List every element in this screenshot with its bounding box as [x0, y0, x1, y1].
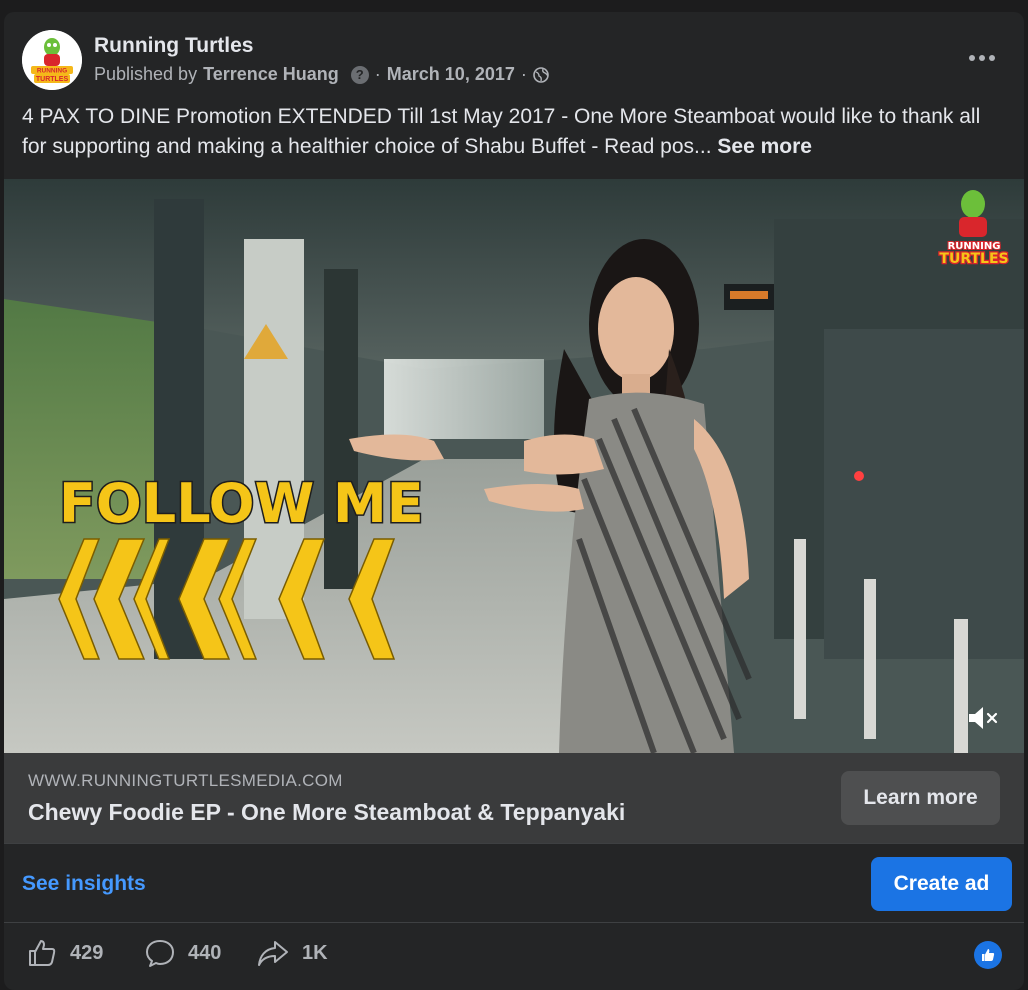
published-by-label: Published by — [94, 64, 198, 84]
separator: · — [520, 64, 527, 84]
post-card: RUNNING TURTLES Running Turtles Publishe… — [4, 12, 1024, 990]
comment-action[interactable]: 440 — [144, 937, 221, 969]
running-turtles-logo: RUNNING TURTLES — [22, 30, 82, 90]
link-domain: WWW.RUNNINGTURTLESMEDIA.COM — [28, 771, 343, 790]
create-ad-button[interactable]: Create ad — [871, 857, 1012, 911]
logo-text-line-2: TURTLES — [36, 76, 69, 83]
share-count: 1K — [302, 941, 328, 964]
author-name[interactable]: Terrence Huang — [203, 64, 339, 85]
globe-icon[interactable] — [533, 66, 549, 83]
logo-text-line-1: RUNNING — [37, 68, 67, 75]
video-frame: FOLLOW ME RUNNING TURTLES — [4, 179, 1024, 753]
muted-speaker-icon[interactable] — [966, 703, 1000, 733]
comment-bubble-icon — [146, 940, 174, 967]
post-meta: Published by Terrence Huang ? · March 10… — [94, 64, 549, 85]
share-action[interactable]: 1K — [256, 937, 328, 969]
link-title[interactable]: Chewy Foodie EP - One More Steamboat & T… — [28, 799, 625, 826]
engagement-bar: 429 440 1K — [4, 923, 1024, 990]
post-header: RUNNING TURTLES Running Turtles Publishe… — [22, 28, 1006, 92]
video-player[interactable]: FOLLOW ME RUNNING TURTLES — [4, 179, 1024, 753]
page-name[interactable]: Running Turtles — [94, 34, 253, 58]
post-date[interactable]: March 10, 2017 — [387, 64, 515, 85]
separator: · — [374, 64, 381, 84]
page-avatar[interactable]: RUNNING TURTLES — [22, 30, 82, 90]
thumbs-up-icon — [29, 940, 56, 966]
share-arrow-icon — [258, 941, 288, 966]
post-caption: 4 PAX TO DINE Promotion EXTENDED Till 1s… — [22, 102, 1002, 162]
watermark-text-line-2: TURTLES — [939, 251, 1008, 267]
insights-row: See insights Create ad — [4, 843, 1024, 923]
like-action[interactable]: 429 — [26, 937, 103, 969]
see-more-link[interactable]: See more — [717, 135, 812, 158]
like-count: 429 — [70, 941, 104, 964]
learn-more-button[interactable]: Learn more — [841, 771, 1000, 825]
like-reaction-icon — [974, 941, 1002, 969]
more-dots-icon[interactable] — [962, 46, 1002, 70]
comment-count: 440 — [188, 941, 222, 964]
follow-me-overlay-text: FOLLOW ME — [59, 472, 424, 535]
help-icon[interactable]: ? — [350, 65, 369, 84]
see-insights-link[interactable]: See insights — [22, 872, 146, 896]
caption-text: 4 PAX TO DINE Promotion EXTENDED Till 1s… — [22, 105, 981, 158]
link-preview[interactable]: WWW.RUNNINGTURTLESMEDIA.COM Chewy Foodie… — [4, 753, 1024, 843]
